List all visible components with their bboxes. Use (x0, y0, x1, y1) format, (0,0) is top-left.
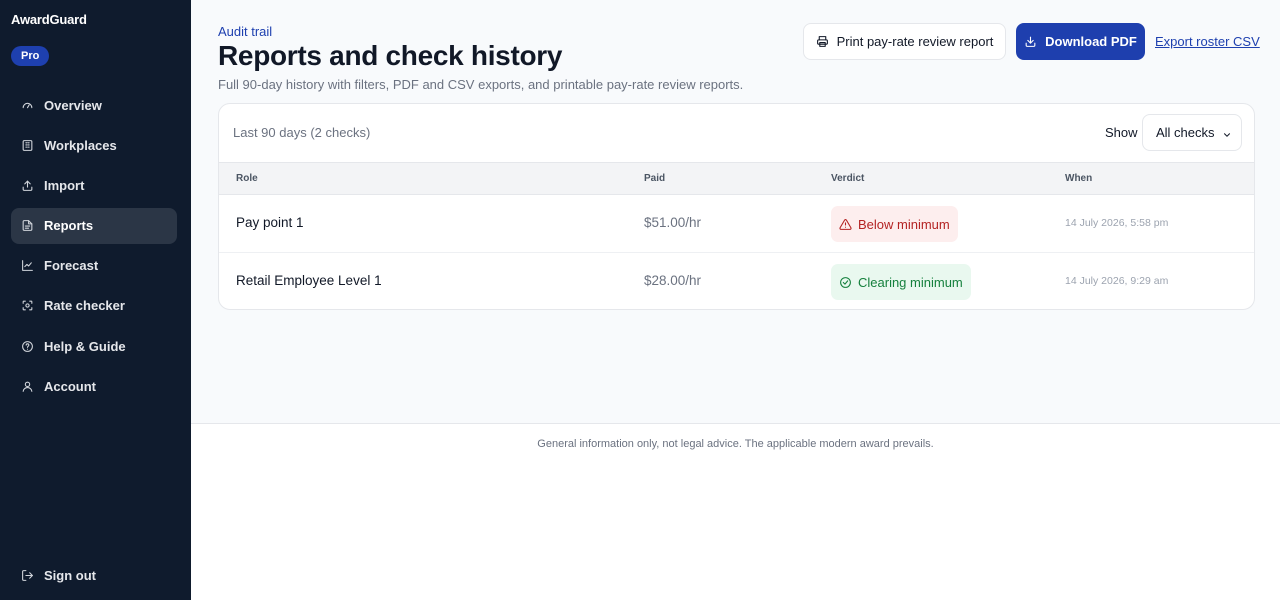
verdict-label: Clearing minimum (858, 274, 963, 290)
legal-disclaimer: General information only, not legal advi… (537, 438, 934, 450)
warning-icon (839, 218, 852, 230)
role-cell: Pay point 1 (236, 215, 304, 230)
line-chart-icon (21, 259, 34, 272)
sign-out-label: Sign out (44, 567, 96, 583)
range-summary: Last 90 days (2 checks) (233, 125, 371, 140)
column-header-verdict: Verdict (831, 173, 865, 184)
column-header-role: Role (236, 173, 258, 184)
column-header-paid: Paid (644, 173, 666, 184)
sidebar-item-label: Import (44, 177, 85, 193)
printer-icon (816, 36, 828, 47)
sidebar-item-account[interactable]: Account (11, 368, 177, 404)
when-cell: 14 July 2026, 5:58 pm (1065, 217, 1169, 229)
sidebar-item-workplaces[interactable]: Workplaces (11, 127, 177, 163)
paid-cell: $51.00/hr (644, 215, 702, 230)
sidebar-item-label: Rate checker (44, 298, 125, 314)
verdict-badge: Clearing minimum (831, 264, 971, 300)
user-icon (21, 380, 34, 393)
table-row[interactable]: Retail Employee Level 1 $28.00/hr Cleari… (219, 253, 1254, 309)
sidebar: AwardGuard Pro Overview Workplaces Impor… (0, 0, 191, 600)
show-filter-label: Show (1105, 125, 1138, 140)
table-row[interactable]: Pay point 1 $51.00/hr Below minimum 14 J… (219, 195, 1254, 253)
sidebar-item-label: Help & Guide (44, 338, 126, 354)
chevron-down-icon (1222, 128, 1232, 138)
export-roster-csv-link[interactable]: Export roster CSV (1155, 34, 1260, 49)
brand-logo[interactable]: AwardGuard (11, 12, 87, 27)
eyebrow-label: Audit trail (218, 24, 273, 39)
sidebar-item-forecast[interactable]: Forecast (11, 248, 177, 284)
scan-icon (21, 299, 34, 312)
download-pdf-label: Download PDF (1045, 34, 1137, 49)
check-circle-icon (840, 276, 851, 288)
sidebar-item-rate-checker[interactable]: Rate checker (11, 288, 177, 324)
sidebar-item-label: Account (44, 378, 96, 394)
table-header: Role Paid Verdict When (219, 162, 1254, 195)
sidebar-item-label: Reports (44, 218, 94, 234)
when-cell: 14 July 2026, 9:29 am (1065, 275, 1169, 287)
role-cell: Retail Employee Level 1 (236, 273, 382, 288)
sign-out-button[interactable]: Sign out (11, 557, 177, 593)
sidebar-item-label: Overview (44, 97, 102, 113)
paid-cell: $28.00/hr (644, 273, 702, 288)
log-out-icon (21, 569, 34, 582)
sidebar-item-overview[interactable]: Overview (11, 87, 177, 123)
card-toolbar: Last 90 days (2 checks) Show All checks (219, 104, 1254, 162)
content-area: Audit trail Reports and check history Fu… (191, 0, 1280, 424)
help-circle-icon (21, 340, 34, 353)
sidebar-item-label: Forecast (44, 258, 99, 274)
sidebar-item-reports[interactable]: Reports (11, 207, 177, 244)
verdict-badge: Below minimum (831, 206, 958, 242)
print-report-button[interactable]: Print pay-rate review report (803, 23, 1006, 60)
sidebar-nav: Overview Workplaces Import Reports Forec… (11, 87, 177, 409)
building-icon (21, 139, 34, 152)
document-icon (21, 219, 34, 232)
sidebar-item-import[interactable]: Import (11, 167, 177, 203)
upload-icon (21, 179, 34, 192)
download-pdf-button[interactable]: Download PDF (1016, 23, 1145, 60)
sidebar-item-help[interactable]: Help & Guide (11, 328, 177, 364)
sidebar-item-label: Workplaces (44, 137, 117, 153)
show-filter-select[interactable]: All checks (1142, 114, 1242, 151)
download-icon (1025, 36, 1036, 47)
page-title: Reports and check history (218, 40, 563, 71)
plan-badge: Pro (11, 46, 50, 66)
check-history-card: Last 90 days (2 checks) Show All checks … (218, 103, 1255, 310)
show-filter-value: All checks (1156, 125, 1215, 140)
main-content: Audit trail Reports and check history Fu… (191, 0, 1280, 600)
verdict-label: Below minimum (858, 216, 950, 232)
gauge-icon (21, 99, 34, 112)
page-subtitle: Full 90-day history with filters, PDF an… (218, 77, 744, 92)
print-report-label: Print pay-rate review report (836, 34, 994, 49)
column-header-when: When (1065, 173, 1093, 184)
